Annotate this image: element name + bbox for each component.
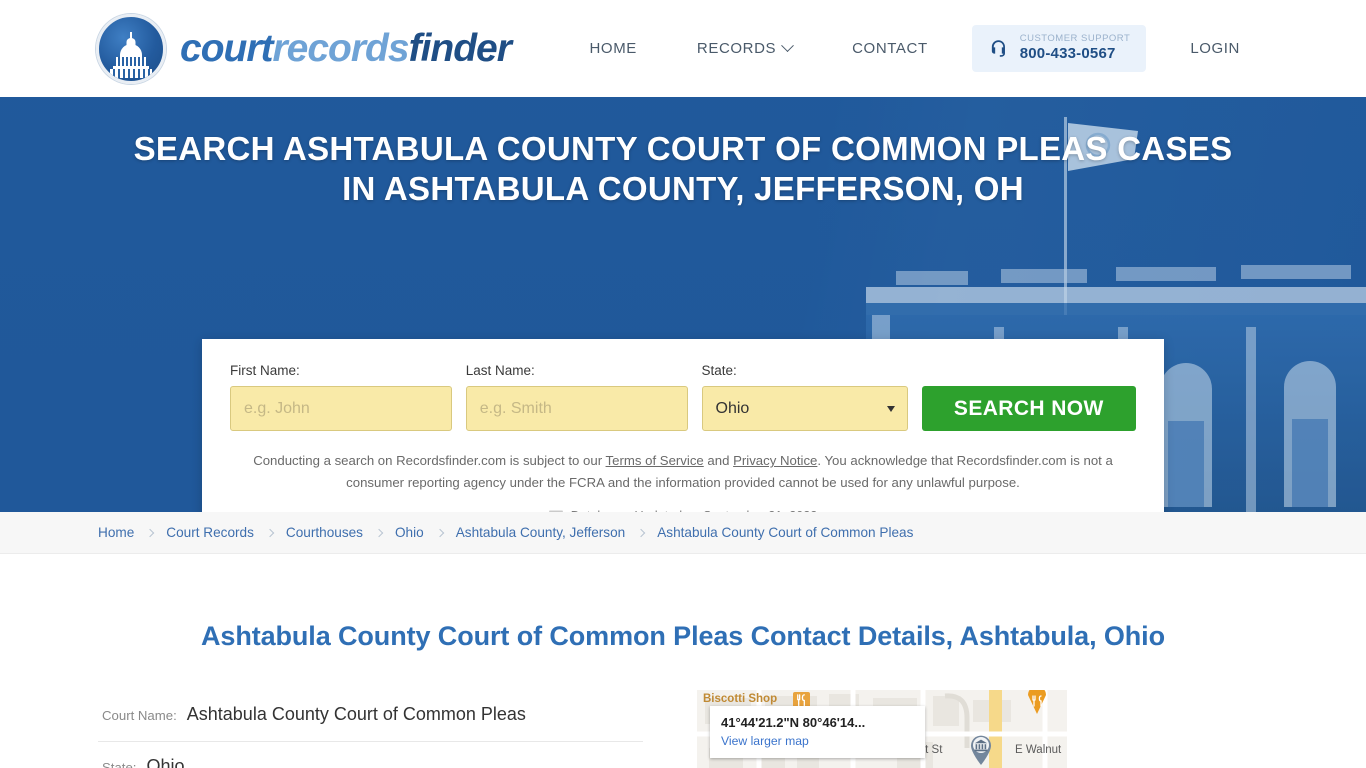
nav-label-contact: CONTACT xyxy=(852,39,928,57)
map-label-e-walnut: E Walnut xyxy=(1015,744,1062,757)
nav-item-records[interactable]: RECORDS xyxy=(667,39,822,57)
orange-poi-marker-icon xyxy=(1028,690,1046,715)
breadcrumb-separator-icon xyxy=(636,528,646,537)
disclaimer-part2: and xyxy=(703,453,734,468)
page-root: courtrecordsfinder HOME RECORDS CONTACT … xyxy=(0,0,1366,768)
nav-label-records: RECORDS xyxy=(696,39,777,57)
breadcrumb-item-courthouses[interactable]: Courthouses xyxy=(286,525,363,540)
state-field-group: State: Ohio xyxy=(701,363,908,431)
map-label-biscotti-shop: Biscotti Shop xyxy=(703,693,778,706)
databases-updated: Databases Updated on September 21, 2022 xyxy=(230,509,1136,512)
state-label: State: xyxy=(701,363,737,378)
headset-icon xyxy=(991,40,1005,57)
detail-value-court-name: Ashtabula County Court of Common Pleas xyxy=(186,704,526,725)
nav-item-contact[interactable]: CONTACT xyxy=(822,40,958,57)
logo-wordmark: courtrecordsfinder xyxy=(180,26,512,71)
view-larger-map-link[interactable]: View larger map xyxy=(721,734,914,748)
nav-item-home[interactable]: HOME xyxy=(560,40,667,57)
hero-title-line2: IN ASHTABULA COUNTY, JEFFERSON, OH xyxy=(342,170,1024,208)
capitol-dome-icon xyxy=(96,13,166,84)
chevron-down-icon xyxy=(781,39,794,53)
logo-text-court: court xyxy=(180,26,273,70)
nav-label-home: HOME xyxy=(589,39,637,57)
search-field-row: First Name: Last Name: State: Ohio SEARC… xyxy=(230,363,1136,431)
nav-item-login[interactable]: LOGIN xyxy=(1160,40,1270,57)
table-row: State: Ohio xyxy=(98,742,643,768)
breadcrumb-item-current[interactable]: Ashtabula County Court of Common Pleas xyxy=(657,525,913,540)
main-content: Ashtabula County Court of Common Pleas C… xyxy=(0,572,1366,768)
breadcrumb: Home Court Records Courthouses Ohio Asht… xyxy=(0,512,1366,554)
search-disclaimer: Conducting a search on Recordsfinder.com… xyxy=(230,450,1136,495)
detail-label-state: State: xyxy=(102,760,137,768)
page-hero-title: SEARCH ASHTABULA COUNTY COURT OF COMMON … xyxy=(0,97,1366,210)
location-map[interactable]: Biscotti Shop Walnut St E Walnut Bureau … xyxy=(697,690,1067,768)
search-form-card: First Name: Last Name: State: Ohio SEARC… xyxy=(202,339,1164,512)
state-select[interactable]: Ohio xyxy=(701,386,908,431)
support-text: CUSTOMER SUPPORT 800-433-0567 xyxy=(1019,33,1131,63)
chevron-down-icon xyxy=(886,405,895,412)
breadcrumb-separator-icon xyxy=(435,528,444,537)
breadcrumb-separator-icon xyxy=(146,528,155,537)
first-name-field-group: First Name: xyxy=(230,363,452,431)
privacy-notice-link[interactable]: Privacy Notice xyxy=(733,453,817,468)
disclaimer-part1: Conducting a search on Recordsfinder.com… xyxy=(253,453,606,468)
logo-text-records: records xyxy=(272,26,410,70)
state-selected-value: Ohio xyxy=(715,399,750,417)
terms-of-service-link[interactable]: Terms of Service xyxy=(606,453,704,468)
hero-section: SEARCH ASHTABULA COUNTY COURT OF COMMON … xyxy=(0,97,1366,512)
table-row: Court Name: Ashtabula County Court of Co… xyxy=(98,690,643,743)
nav-label-login: LOGIN xyxy=(1190,39,1240,57)
last-name-field-group: Last Name: xyxy=(465,363,688,431)
page-title: Ashtabula County Court of Common Pleas C… xyxy=(201,621,1165,652)
court-details-table: Court Name: Ashtabula County Court of Co… xyxy=(98,690,643,768)
calendar-icon xyxy=(549,510,563,512)
detail-value-state: Ohio xyxy=(146,756,185,768)
last-name-label: Last Name: xyxy=(465,363,535,378)
breadcrumb-separator-icon xyxy=(265,528,275,537)
detail-label-court-name: Court Name: xyxy=(102,708,177,724)
bank-building-pin-icon[interactable] xyxy=(969,734,993,766)
last-name-input[interactable] xyxy=(465,386,688,431)
search-now-button[interactable]: SEARCH NOW xyxy=(921,386,1136,431)
map-info-box: 41°44'21.2"N 80°46'14... View larger map xyxy=(710,706,925,759)
breadcrumb-item-court-records[interactable]: Court Records xyxy=(166,525,254,540)
site-header: courtrecordsfinder HOME RECORDS CONTACT … xyxy=(0,0,1366,97)
breadcrumb-item-ohio[interactable]: Ohio xyxy=(395,525,424,540)
support-label: CUSTOMER SUPPORT xyxy=(1019,33,1131,45)
first-name-label: First Name: xyxy=(230,363,300,378)
content-row: Court Name: Ashtabula County Court of Co… xyxy=(98,690,1268,768)
main-navigation: HOME RECORDS CONTACT CUSTOMER SUPPORT 80… xyxy=(560,25,1271,72)
databases-updated-text: Databases Updated on September 21, 2022 xyxy=(571,509,817,512)
logo-text-finder: finder xyxy=(408,26,512,70)
breadcrumb-item-county[interactable]: Ashtabula County, Jefferson xyxy=(456,525,626,540)
site-logo[interactable]: courtrecordsfinder xyxy=(96,13,512,84)
map-coordinates: 41°44'21.2"N 80°46'14... xyxy=(721,715,866,731)
breadcrumb-separator-icon xyxy=(374,528,384,537)
breadcrumb-item-home[interactable]: Home xyxy=(98,525,134,540)
customer-support-box[interactable]: CUSTOMER SUPPORT 800-433-0567 xyxy=(971,25,1147,72)
hero-title-line1: SEARCH ASHTABULA COUNTY COURT OF COMMON … xyxy=(133,130,1233,167)
first-name-input[interactable] xyxy=(230,386,452,431)
support-phone: 800-433-0567 xyxy=(1019,45,1116,63)
